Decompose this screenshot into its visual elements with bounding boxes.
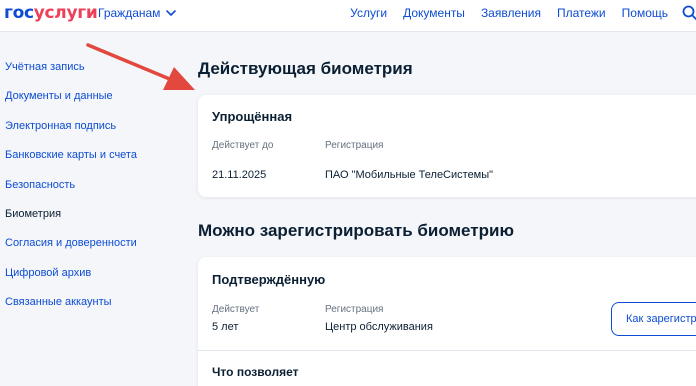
sidebar-item-account[interactable]: Учётная запись <box>5 60 185 89</box>
nav-payments[interactable]: Платежи <box>557 6 606 20</box>
chevron-down-icon <box>166 10 177 16</box>
top-header: госуслуги Гражданам Услуги Документы Зая… <box>0 0 696 32</box>
nav-documents[interactable]: Документы <box>403 6 465 20</box>
nav-applications[interactable]: Заявления <box>481 6 541 20</box>
nav-services[interactable]: Услуги <box>350 6 387 20</box>
search-icon[interactable] <box>682 5 696 21</box>
role-select-label: Гражданам <box>98 6 161 20</box>
sidebar-item-bank-cards[interactable]: Банковские карты и счета <box>5 148 185 177</box>
registration-label-2: Регистрация <box>325 304 384 315</box>
current-biometrics-card: Упрощённая Действует до Регистрация 21.1… <box>198 95 696 197</box>
available-biometrics-title: Можно зарегистрировать биометрию <box>198 221 514 240</box>
registration-value: ПАО "Мобильные ТелеСистемы" <box>325 169 494 181</box>
registration-label: Регистрация <box>325 140 384 151</box>
valid-until-label: Действует до <box>212 140 274 151</box>
sidebar-item-consents[interactable]: Согласия и доверенности <box>5 236 185 265</box>
sidebar-item-documents[interactable]: Документы и данные <box>5 89 185 118</box>
card-divider <box>198 350 696 351</box>
available-biometrics-card: Подтверждённую Действует Регистрация 5 л… <box>198 257 696 386</box>
validity-value: 5 лет <box>212 321 239 333</box>
page-title: Действующая биометрия <box>198 59 413 78</box>
current-biometrics-title: Упрощённая <box>212 109 293 124</box>
gosuslugi-logo[interactable]: госуслуги <box>4 3 98 23</box>
role-select[interactable]: Гражданам <box>98 6 177 20</box>
registration-value-2: Центр обслуживания <box>325 321 433 333</box>
nav-help[interactable]: Помощь <box>622 6 668 20</box>
what-it-allows-toggle[interactable]: Что позволяет <box>212 365 298 379</box>
how-to-register-button[interactable]: Как зарегистрировать <box>611 302 696 336</box>
validity-label: Действует <box>212 304 260 315</box>
top-nav: Услуги Документы Заявления Платежи Помощ… <box>334 6 668 20</box>
valid-until-value: 21.11.2025 <box>212 169 267 181</box>
sidebar-item-biometrics[interactable]: Биометрия <box>5 207 185 236</box>
confirmed-biometrics-title: Подтверждённую <box>212 272 326 287</box>
profile-sidebar: Учётная запись Документы и данные Электр… <box>5 60 185 325</box>
sidebar-item-linked-accounts[interactable]: Связанные аккаунты <box>5 295 185 324</box>
sidebar-item-digital-archive[interactable]: Цифровой архив <box>5 266 185 295</box>
logo-part-uslugi: услуги <box>33 3 98 23</box>
sidebar-item-security[interactable]: Безопасность <box>5 178 185 207</box>
sidebar-item-e-signature[interactable]: Электронная подпись <box>5 119 185 148</box>
logo-part-gos: гос <box>4 3 34 23</box>
